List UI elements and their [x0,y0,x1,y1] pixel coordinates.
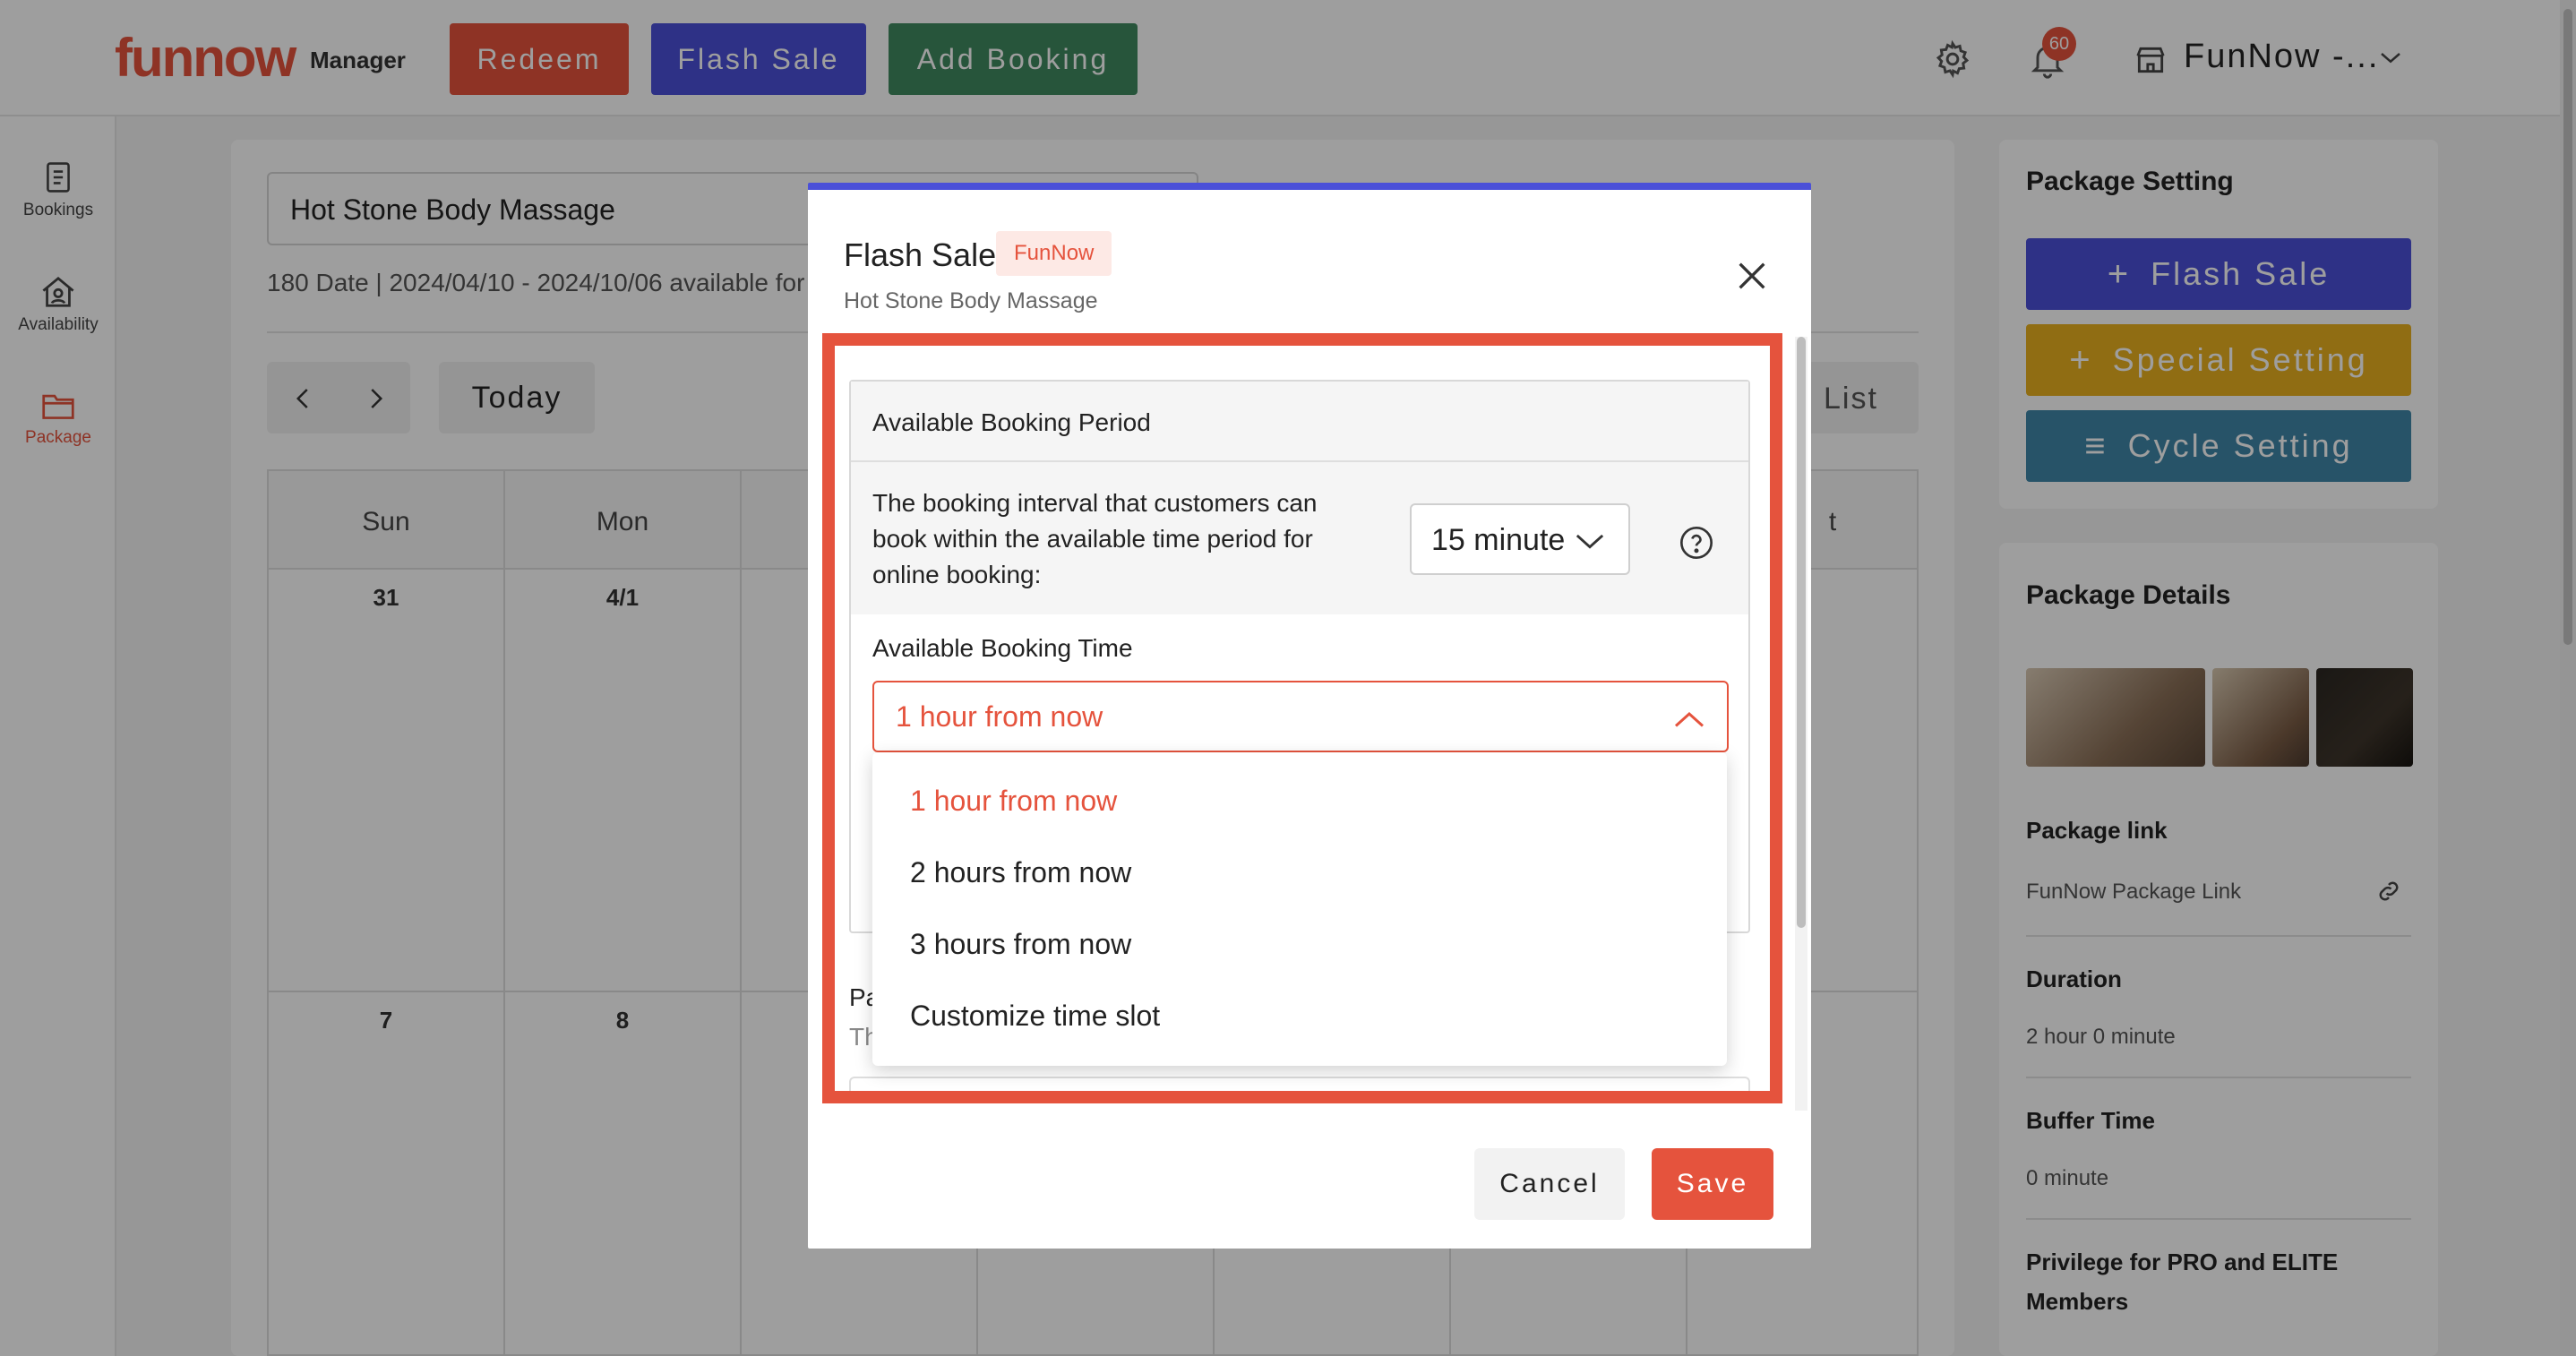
flash-sale-modal: Flash Sale FunNow Hot Stone Body Massage… [808,183,1811,1249]
scrollbar-thumb[interactable] [1797,337,1806,928]
dropdown-option[interactable]: 2 hours from now [910,856,1131,889]
modal-scrollbar[interactable] [1795,337,1807,1111]
dropdown-option[interactable]: 3 hours from now [910,928,1131,961]
dropdown-option[interactable]: Customize time slot [910,1000,1160,1033]
save-button[interactable]: Save [1652,1148,1773,1220]
brand-tag: FunNow [996,231,1112,276]
modal-title: Flash Sale [844,236,997,273]
cancel-button[interactable]: Cancel [1474,1148,1625,1220]
dropdown-option[interactable]: 1 hour from now [910,785,1117,818]
modal-subtitle: Hot Stone Body Massage [844,288,1098,313]
close-icon[interactable] [1734,258,1770,294]
booking-time-dropdown: 1 hour from now 2 hours from now 3 hours… [872,752,1727,1066]
